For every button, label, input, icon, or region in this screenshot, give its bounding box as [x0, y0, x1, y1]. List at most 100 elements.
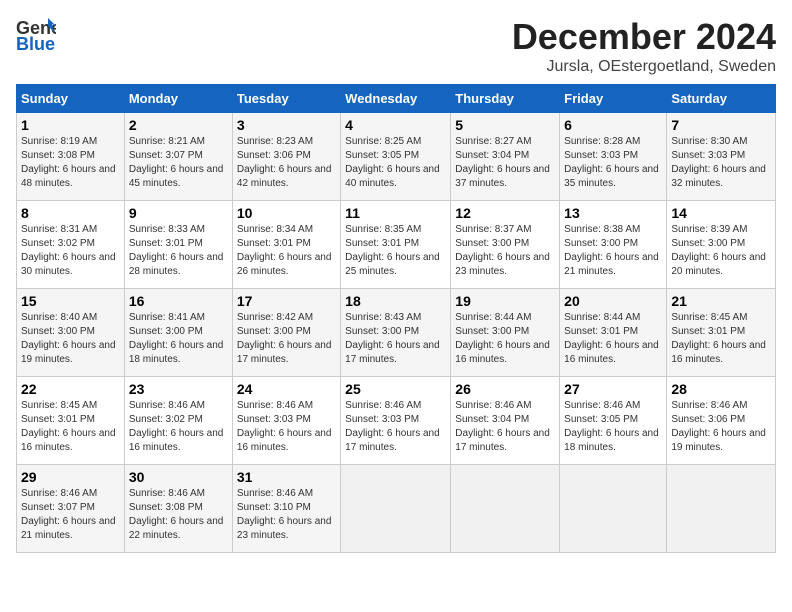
day-info: Sunrise: 8:46 AM Sunset: 3:10 PM Dayligh… [237, 487, 336, 543]
calendar-day-cell: 7 Sunrise: 8:30 AM Sunset: 3:03 PM Dayli… [667, 113, 776, 201]
day-number: 25 [345, 381, 446, 397]
svg-text:Blue: Blue [16, 34, 55, 52]
day-number: 21 [671, 293, 771, 309]
day-number: 20 [564, 293, 662, 309]
day-info: Sunrise: 8:44 AM Sunset: 3:01 PM Dayligh… [564, 311, 662, 367]
calendar-week-row: 15 Sunrise: 8:40 AM Sunset: 3:00 PM Dayl… [17, 289, 776, 377]
weekday-header-cell: Saturday [667, 85, 776, 113]
day-number: 9 [129, 205, 228, 221]
day-number: 2 [129, 117, 228, 133]
day-info: Sunrise: 8:37 AM Sunset: 3:00 PM Dayligh… [455, 223, 555, 279]
calendar-day-cell: 19 Sunrise: 8:44 AM Sunset: 3:00 PM Dayl… [451, 289, 560, 377]
day-info: Sunrise: 8:35 AM Sunset: 3:01 PM Dayligh… [345, 223, 446, 279]
day-number: 12 [455, 205, 555, 221]
day-info: Sunrise: 8:45 AM Sunset: 3:01 PM Dayligh… [671, 311, 771, 367]
calendar-body: 1 Sunrise: 8:19 AM Sunset: 3:08 PM Dayli… [17, 113, 776, 553]
calendar-day-cell: 18 Sunrise: 8:43 AM Sunset: 3:00 PM Dayl… [341, 289, 451, 377]
day-number: 16 [129, 293, 228, 309]
day-info: Sunrise: 8:46 AM Sunset: 3:02 PM Dayligh… [129, 399, 228, 455]
day-number: 30 [129, 469, 228, 485]
day-info: Sunrise: 8:46 AM Sunset: 3:07 PM Dayligh… [21, 487, 120, 543]
logo: General Blue [16, 16, 56, 57]
day-info: Sunrise: 8:46 AM Sunset: 3:05 PM Dayligh… [564, 399, 662, 455]
calendar-day-cell: 30 Sunrise: 8:46 AM Sunset: 3:08 PM Dayl… [124, 465, 232, 553]
day-info: Sunrise: 8:42 AM Sunset: 3:00 PM Dayligh… [237, 311, 336, 367]
calendar-day-cell: 21 Sunrise: 8:45 AM Sunset: 3:01 PM Dayl… [667, 289, 776, 377]
calendar-day-cell: 2 Sunrise: 8:21 AM Sunset: 3:07 PM Dayli… [124, 113, 232, 201]
day-number: 18 [345, 293, 446, 309]
calendar-week-row: 29 Sunrise: 8:46 AM Sunset: 3:07 PM Dayl… [17, 465, 776, 553]
day-info: Sunrise: 8:46 AM Sunset: 3:04 PM Dayligh… [455, 399, 555, 455]
calendar-day-cell: 28 Sunrise: 8:46 AM Sunset: 3:06 PM Dayl… [667, 377, 776, 465]
calendar-day-cell: 17 Sunrise: 8:42 AM Sunset: 3:00 PM Dayl… [232, 289, 340, 377]
calendar-day-cell: 31 Sunrise: 8:46 AM Sunset: 3:10 PM Dayl… [232, 465, 340, 553]
calendar-day-cell [341, 465, 451, 553]
calendar-day-cell [667, 465, 776, 553]
day-info: Sunrise: 8:19 AM Sunset: 3:08 PM Dayligh… [21, 135, 120, 191]
calendar-day-cell: 24 Sunrise: 8:46 AM Sunset: 3:03 PM Dayl… [232, 377, 340, 465]
calendar-day-cell: 9 Sunrise: 8:33 AM Sunset: 3:01 PM Dayli… [124, 201, 232, 289]
calendar-table: SundayMondayTuesdayWednesdayThursdayFrid… [16, 84, 776, 553]
day-number: 24 [237, 381, 336, 397]
calendar-day-cell: 16 Sunrise: 8:41 AM Sunset: 3:00 PM Dayl… [124, 289, 232, 377]
calendar-week-row: 8 Sunrise: 8:31 AM Sunset: 3:02 PM Dayli… [17, 201, 776, 289]
calendar-week-row: 22 Sunrise: 8:45 AM Sunset: 3:01 PM Dayl… [17, 377, 776, 465]
day-info: Sunrise: 8:21 AM Sunset: 3:07 PM Dayligh… [129, 135, 228, 191]
day-info: Sunrise: 8:30 AM Sunset: 3:03 PM Dayligh… [671, 135, 771, 191]
calendar-day-cell: 10 Sunrise: 8:34 AM Sunset: 3:01 PM Dayl… [232, 201, 340, 289]
day-number: 31 [237, 469, 336, 485]
calendar-day-cell: 20 Sunrise: 8:44 AM Sunset: 3:01 PM Dayl… [560, 289, 667, 377]
day-number: 15 [21, 293, 120, 309]
day-info: Sunrise: 8:40 AM Sunset: 3:00 PM Dayligh… [21, 311, 120, 367]
day-info: Sunrise: 8:43 AM Sunset: 3:00 PM Dayligh… [345, 311, 446, 367]
calendar-day-cell: 15 Sunrise: 8:40 AM Sunset: 3:00 PM Dayl… [17, 289, 125, 377]
day-number: 5 [455, 117, 555, 133]
calendar-day-cell: 12 Sunrise: 8:37 AM Sunset: 3:00 PM Dayl… [451, 201, 560, 289]
day-number: 27 [564, 381, 662, 397]
calendar-day-cell: 3 Sunrise: 8:23 AM Sunset: 3:06 PM Dayli… [232, 113, 340, 201]
calendar-week-row: 1 Sunrise: 8:19 AM Sunset: 3:08 PM Dayli… [17, 113, 776, 201]
day-number: 22 [21, 381, 120, 397]
day-number: 7 [671, 117, 771, 133]
calendar-day-cell [451, 465, 560, 553]
calendar-day-cell: 4 Sunrise: 8:25 AM Sunset: 3:05 PM Dayli… [341, 113, 451, 201]
day-info: Sunrise: 8:46 AM Sunset: 3:06 PM Dayligh… [671, 399, 771, 455]
location-title: Jursla, OEstergoetland, Sweden [512, 58, 776, 76]
logo-icon: General Blue [16, 16, 56, 52]
weekday-header-cell: Monday [124, 85, 232, 113]
weekday-header-cell: Wednesday [341, 85, 451, 113]
day-info: Sunrise: 8:31 AM Sunset: 3:02 PM Dayligh… [21, 223, 120, 279]
day-info: Sunrise: 8:38 AM Sunset: 3:00 PM Dayligh… [564, 223, 662, 279]
day-number: 10 [237, 205, 336, 221]
day-number: 8 [21, 205, 120, 221]
calendar-day-cell: 25 Sunrise: 8:46 AM Sunset: 3:03 PM Dayl… [341, 377, 451, 465]
weekday-header-cell: Thursday [451, 85, 560, 113]
calendar-day-cell: 22 Sunrise: 8:45 AM Sunset: 3:01 PM Dayl… [17, 377, 125, 465]
day-number: 3 [237, 117, 336, 133]
day-number: 26 [455, 381, 555, 397]
weekday-header-cell: Friday [560, 85, 667, 113]
calendar-day-cell [560, 465, 667, 553]
day-info: Sunrise: 8:28 AM Sunset: 3:03 PM Dayligh… [564, 135, 662, 191]
day-info: Sunrise: 8:33 AM Sunset: 3:01 PM Dayligh… [129, 223, 228, 279]
month-title: December 2024 [512, 16, 776, 58]
calendar-day-cell: 6 Sunrise: 8:28 AM Sunset: 3:03 PM Dayli… [560, 113, 667, 201]
title-section: December 2024 Jursla, OEstergoetland, Sw… [512, 16, 776, 76]
day-info: Sunrise: 8:27 AM Sunset: 3:04 PM Dayligh… [455, 135, 555, 191]
calendar-day-cell: 8 Sunrise: 8:31 AM Sunset: 3:02 PM Dayli… [17, 201, 125, 289]
calendar-day-cell: 1 Sunrise: 8:19 AM Sunset: 3:08 PM Dayli… [17, 113, 125, 201]
calendar-day-cell: 29 Sunrise: 8:46 AM Sunset: 3:07 PM Dayl… [17, 465, 125, 553]
day-number: 19 [455, 293, 555, 309]
day-number: 13 [564, 205, 662, 221]
day-info: Sunrise: 8:46 AM Sunset: 3:03 PM Dayligh… [345, 399, 446, 455]
day-info: Sunrise: 8:46 AM Sunset: 3:03 PM Dayligh… [237, 399, 336, 455]
weekday-header-cell: Tuesday [232, 85, 340, 113]
day-number: 17 [237, 293, 336, 309]
weekday-header-row: SundayMondayTuesdayWednesdayThursdayFrid… [17, 85, 776, 113]
header: General Blue December 2024 Jursla, OEste… [16, 16, 776, 76]
day-info: Sunrise: 8:39 AM Sunset: 3:00 PM Dayligh… [671, 223, 771, 279]
calendar-day-cell: 14 Sunrise: 8:39 AM Sunset: 3:00 PM Dayl… [667, 201, 776, 289]
day-info: Sunrise: 8:25 AM Sunset: 3:05 PM Dayligh… [345, 135, 446, 191]
day-number: 28 [671, 381, 771, 397]
calendar-day-cell: 13 Sunrise: 8:38 AM Sunset: 3:00 PM Dayl… [560, 201, 667, 289]
